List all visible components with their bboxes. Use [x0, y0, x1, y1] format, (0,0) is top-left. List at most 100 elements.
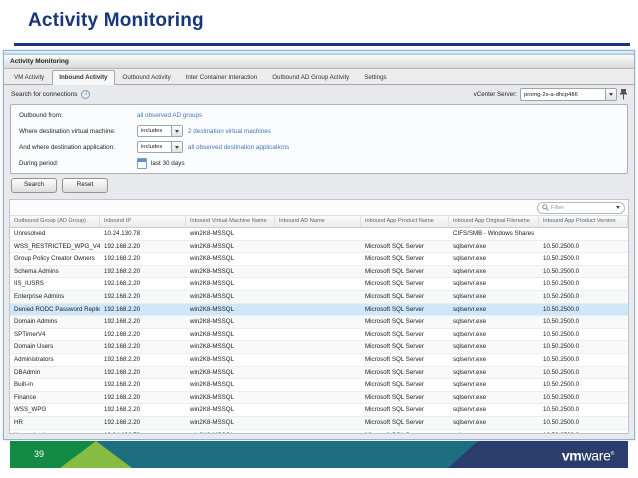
- table-cell: WSS_WPG: [14, 406, 47, 414]
- operator-value: includes: [141, 144, 163, 150]
- tab-bar: VM Activity Inbound Activity Outbound Ac…: [4, 69, 634, 85]
- table-cell: [275, 354, 361, 366]
- table-cell: 192.168.2.20: [104, 406, 141, 414]
- table-row[interactable]: Group Policy Creator Owners 192.168.2.20 w…: [10, 253, 628, 266]
- table-cell: 192.168.2.20: [104, 305, 141, 313]
- tab-outbound-ad-group-activity[interactable]: Outbound AD Group Activity: [265, 70, 356, 84]
- registered-mark: ®: [610, 451, 615, 457]
- table-cell: 192.168.2.20: [104, 255, 141, 263]
- table-cell: win2K8-MSSQL: [190, 393, 235, 401]
- table-row[interactable]: Built-in 192.168.2.20 win2K8-MSSQL Microsof…: [10, 379, 628, 392]
- table-cell: 10.50.2500.0: [543, 242, 580, 250]
- column-header[interactable]: Inbound App Original Filename: [449, 216, 539, 227]
- vcenter-server-select[interactable]: promg-2s-a-dhcp486: [520, 88, 617, 101]
- table-row[interactable]: Domain Users 192.168.2.20 win2K8-MSSQL Micr…: [10, 341, 628, 354]
- includes-operator-select[interactable]: includes: [137, 141, 183, 153]
- chevron-down-icon[interactable]: [605, 89, 616, 100]
- table-row[interactable]: Denied RODC Password Replic... 192.168.2.…: [10, 303, 628, 317]
- table-cell: Administrators: [14, 355, 54, 363]
- chevron-down-icon[interactable]: [616, 206, 620, 209]
- table-cell: win2K8-MSSQL: [190, 292, 235, 300]
- table-row[interactable]: HR 192.168.2.20 win2K8-MSSQL Microsoft SQL …: [10, 416, 628, 430]
- column-header[interactable]: Inbound App Product Name: [361, 216, 449, 227]
- table-cell: [275, 417, 361, 429]
- table-row[interactable]: Unresolved 10.24.130.78 win2K8-MSSQL CIFS/S…: [10, 228, 628, 241]
- search-panel-header: Search for connections i vCenter Server:…: [9, 87, 629, 102]
- table-row[interactable]: Enterprise Admins 192.168.2.20 win2K8-MSSQ…: [10, 290, 628, 304]
- vcenter-server-label: vCenter Server:: [473, 91, 517, 98]
- table-cell: 10.24.130.78: [100, 430, 186, 434]
- pin-icon[interactable]: [620, 89, 627, 100]
- table-row[interactable]: IIS_IUSRS 192.168.2.20 win2K8-MSSQL Microso…: [10, 278, 628, 291]
- reset-button[interactable]: Reset: [62, 178, 108, 193]
- table-cell: Unresolved: [10, 430, 100, 434]
- table-cell: win2K8-MSSQL: [190, 368, 235, 376]
- tab-content: Search for connections i vCenter Server:…: [4, 85, 634, 439]
- tab-inter-container-interaction[interactable]: Inter Container Interaction: [179, 70, 265, 84]
- table-cell: 10.50.2500.0: [543, 267, 580, 275]
- activity-monitoring-window: Activity Monitoring VM Activity Inbound …: [3, 50, 635, 440]
- tab-inbound-activity[interactable]: Inbound Activity: [52, 70, 115, 85]
- search-button[interactable]: Search: [11, 178, 57, 193]
- table-cell: IIS_IUSRS: [14, 280, 44, 288]
- table-cell: 192.168.2.20: [104, 292, 141, 300]
- table-toolbar: Filter: [10, 200, 628, 216]
- table-row[interactable]: Schema Admins 192.168.2.20 win2K8-MSSQL Mic…: [10, 265, 628, 279]
- title-divider: [14, 43, 630, 46]
- table-cell: Microsoft SQL Server: [365, 418, 424, 426]
- footer-banner: [10, 441, 628, 468]
- column-header[interactable]: Inbound Virtual Machine Name: [186, 216, 275, 227]
- destination-vms-link[interactable]: 2 destination virtual machines: [188, 128, 271, 135]
- table-cell: [275, 341, 361, 353]
- table-row[interactable]: SPTimerV4 192.168.2.20 win2K8-MSSQL Microso…: [10, 328, 628, 342]
- table-row[interactable]: WSS_RESTRICTED_WPG_V4 192.168.2.20 win2K8-…: [10, 240, 628, 254]
- table-row[interactable]: Administrators 192.168.2.20 win2K8-MSSQL Mi…: [10, 353, 628, 367]
- table-cell: Microsoft SQL Server: [365, 355, 424, 363]
- table-cell: 192.168.2.20: [104, 381, 141, 389]
- table-cell: sqlservr.exe: [453, 305, 487, 313]
- tab-outbound-activity[interactable]: Outbound Activity: [116, 70, 178, 84]
- table-cell: [275, 304, 361, 316]
- table-cell: Microsoft SQL Server: [365, 305, 424, 313]
- tab-settings[interactable]: Settings: [357, 70, 393, 84]
- destination-applications-link[interactable]: all observed destination applications: [188, 144, 289, 151]
- table-cell: 10.50.2500.0: [543, 305, 580, 313]
- table-row[interactable]: WSS_WPG 192.168.2.20 win2K8-MSSQL Microsoft…: [10, 404, 628, 417]
- table-cell: sqlservr.exe: [453, 242, 487, 250]
- table-cell: Built-in: [14, 381, 33, 389]
- ad-groups-link[interactable]: all observed AD groups: [137, 112, 202, 119]
- results-table-panel: Filter Outbound Group (AD Group) Inbound …: [9, 199, 629, 434]
- table-cell: sqlservr.exe: [453, 330, 487, 338]
- table-cell: win2K8-MSSQL: [190, 280, 235, 288]
- calendar-icon[interactable]: [137, 157, 147, 169]
- tab-vm-activity[interactable]: VM Activity: [7, 70, 51, 84]
- table-cell: [275, 430, 361, 434]
- vmware-logo: vmware®: [562, 447, 615, 464]
- filter-input[interactable]: Filter: [537, 201, 625, 214]
- table-row[interactable]: Unresolved10.24.130.78win2K8-MSSQL Micros…: [10, 429, 628, 434]
- page-title: Activity Monitoring: [28, 10, 204, 31]
- table-cell: sqlservr.exe: [449, 430, 539, 434]
- filter-placeholder: Filter: [551, 204, 564, 211]
- table-cell: Schema Admins: [14, 267, 59, 275]
- table-cell: 192.168.2.20: [104, 418, 141, 426]
- includes-operator-select[interactable]: includes: [137, 125, 183, 137]
- table-cell: [539, 228, 628, 240]
- table-cell: [275, 379, 361, 391]
- column-header[interactable]: Outbound Group (AD Group): [10, 216, 100, 227]
- table-cell: [275, 241, 361, 253]
- column-header[interactable]: Inbound IP: [100, 216, 186, 227]
- column-header[interactable]: Inbound App Product Version: [539, 216, 628, 227]
- table-cell: [275, 404, 361, 416]
- table-cell: Denied RODC Password Replic...: [14, 305, 100, 313]
- table-cell: Microsoft SQL Server: [365, 330, 424, 338]
- chevron-down-icon[interactable]: [171, 126, 182, 136]
- table-cell: win2K8-MSSQL: [190, 255, 235, 263]
- column-header[interactable]: Inbound AD Name: [275, 216, 361, 227]
- table-cell: [361, 228, 449, 240]
- table-row[interactable]: Domain Admins 192.168.2.20 win2K8-MSSQL Mic…: [10, 316, 628, 329]
- chevron-down-icon[interactable]: [171, 142, 182, 152]
- table-row[interactable]: Finance 192.168.2.20 win2K8-MSSQL Microsoft…: [10, 391, 628, 405]
- info-icon[interactable]: i: [81, 90, 91, 99]
- table-row[interactable]: DBAdmin 192.168.2.20 win2K8-MSSQL Microsoft…: [10, 366, 628, 380]
